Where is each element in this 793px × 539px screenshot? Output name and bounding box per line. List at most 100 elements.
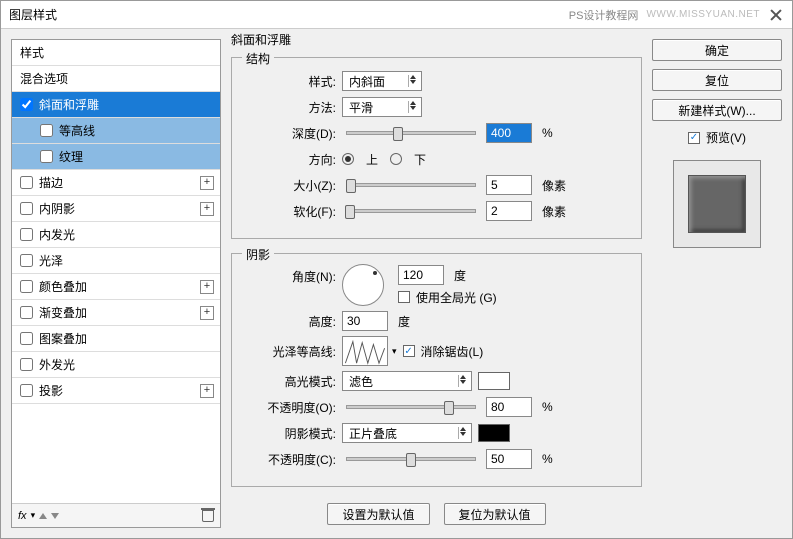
style-checkbox[interactable] — [20, 384, 33, 397]
style-bevel-emboss[interactable]: 斜面和浮雕 — [12, 92, 220, 118]
style-label: 渐变叠加 — [39, 304, 87, 321]
cancel-button[interactable]: 复位 — [652, 69, 782, 91]
contour-dropdown-icon[interactable]: ▾ — [392, 346, 397, 357]
px-unit: 像素 — [542, 203, 566, 220]
direction-up-radio[interactable] — [342, 153, 354, 165]
style-color-overlay[interactable]: 颜色叠加 + — [12, 274, 220, 300]
angle-wheel[interactable] — [342, 264, 384, 306]
style-checkbox[interactable] — [20, 332, 33, 345]
style-satin[interactable]: 光泽 — [12, 248, 220, 274]
shadow-color-swatch[interactable] — [478, 424, 510, 442]
watermark-url: WWW.MISSYUAN.NET — [646, 9, 760, 20]
preview-checkbox[interactable] — [688, 132, 700, 144]
highlight-opacity-input[interactable]: 80 — [486, 397, 532, 417]
style-drop-shadow[interactable]: 投影 + — [12, 378, 220, 404]
shadow-mode-label: 阴影模式: — [246, 425, 336, 442]
style-inner-shadow[interactable]: 内阴影 + — [12, 196, 220, 222]
size-slider[interactable] — [346, 183, 476, 187]
depth-label: 深度(D): — [246, 125, 336, 142]
soften-slider[interactable] — [346, 209, 476, 213]
size-input[interactable]: 5 — [486, 175, 532, 195]
plus-icon[interactable]: + — [200, 306, 214, 320]
style-checkbox[interactable] — [20, 202, 33, 215]
shadow-opacity-input[interactable]: 50 — [486, 449, 532, 469]
style-checkbox[interactable] — [40, 150, 53, 163]
style-label: 描边 — [39, 174, 63, 191]
make-default-button[interactable]: 设置为默认值 — [327, 503, 429, 525]
reset-default-button[interactable]: 复位为默认值 — [444, 503, 546, 525]
depth-input[interactable]: 400 — [486, 123, 532, 143]
highlight-mode-label: 高光模式: — [246, 373, 336, 390]
style-label: 外发光 — [39, 356, 75, 373]
style-checkbox[interactable] — [40, 124, 53, 137]
global-light-checkbox[interactable] — [398, 291, 410, 303]
highlight-opacity-slider[interactable] — [346, 405, 476, 409]
shadow-opacity-slider[interactable] — [346, 457, 476, 461]
style-checkbox[interactable] — [20, 306, 33, 319]
percent-unit: % — [542, 452, 553, 466]
blend-options-row[interactable]: 混合选项 — [12, 66, 220, 92]
style-gradient-overlay[interactable]: 渐变叠加 + — [12, 300, 220, 326]
dir-down-label: 下 — [414, 151, 426, 168]
shading-legend: 阴影 — [242, 246, 274, 263]
preview-swatch — [688, 175, 746, 233]
style-checkbox[interactable] — [20, 280, 33, 293]
style-checkbox[interactable] — [20, 228, 33, 241]
trash-icon[interactable] — [202, 510, 214, 522]
move-up-icon[interactable] — [39, 513, 47, 519]
style-label: 内发光 — [39, 226, 75, 243]
deg-unit: 度 — [398, 313, 410, 330]
angle-input[interactable]: 120 — [398, 265, 444, 285]
style-stroke[interactable]: 描边 + — [12, 170, 220, 196]
style-label: 投影 — [39, 382, 63, 399]
style-pattern-overlay[interactable]: 图案叠加 — [12, 326, 220, 352]
global-light-label: 使用全局光 (G) — [416, 289, 497, 306]
percent-unit: % — [542, 400, 553, 414]
structure-fieldset: 结构 样式: 内斜面 方法: 平滑 深度(D): 400 % — [231, 57, 642, 239]
method-select[interactable]: 平滑 — [342, 97, 422, 117]
soften-input[interactable]: 2 — [486, 201, 532, 221]
right-panel: 确定 复位 新建样式(W)... 预览(V) — [652, 39, 782, 528]
plus-icon[interactable]: + — [200, 280, 214, 294]
style-type-select[interactable]: 内斜面 — [342, 71, 422, 91]
style-checkbox[interactable] — [20, 358, 33, 371]
style-inner-glow[interactable]: 内发光 — [12, 222, 220, 248]
new-style-button[interactable]: 新建样式(W)... — [652, 99, 782, 121]
settings-panel: 斜面和浮雕 结构 样式: 内斜面 方法: 平滑 深度(D): 400 — [231, 39, 642, 528]
depth-slider[interactable] — [346, 131, 476, 135]
style-texture[interactable]: 纹理 — [12, 144, 220, 170]
style-label: 纹理 — [59, 148, 83, 165]
style-checkbox[interactable] — [20, 176, 33, 189]
style-checkbox[interactable] — [20, 98, 33, 111]
shadow-mode-select[interactable]: 正片叠底 — [342, 423, 472, 443]
soften-label: 软化(F): — [246, 203, 336, 220]
plus-icon[interactable]: + — [200, 384, 214, 398]
move-down-icon[interactable] — [51, 513, 59, 519]
ok-button[interactable]: 确定 — [652, 39, 782, 61]
style-checkbox[interactable] — [20, 254, 33, 267]
direction-down-radio[interactable] — [390, 153, 402, 165]
highlight-color-swatch[interactable] — [478, 372, 510, 390]
plus-icon[interactable]: + — [200, 176, 214, 190]
style-label: 斜面和浮雕 — [39, 96, 99, 113]
highlight-mode-select[interactable]: 滤色 — [342, 371, 472, 391]
style-contour[interactable]: 等高线 — [12, 118, 220, 144]
antialias-checkbox[interactable] — [403, 345, 415, 357]
deg-unit: 度 — [454, 267, 466, 284]
style-outer-glow[interactable]: 外发光 — [12, 352, 220, 378]
style-label: 光泽 — [39, 252, 63, 269]
styles-footer: fx ▾ — [12, 503, 220, 527]
layer-style-dialog: 图层样式 PS设计教程网 WWW.MISSYUAN.NET 样式 混合选项 斜面… — [0, 0, 793, 539]
style-type-label: 样式: — [246, 73, 336, 90]
fx-icon[interactable]: fx — [18, 510, 27, 522]
altitude-input[interactable]: 30 — [342, 311, 388, 331]
size-label: 大小(Z): — [246, 177, 336, 194]
plus-icon[interactable]: + — [200, 202, 214, 216]
styles-header[interactable]: 样式 — [12, 40, 220, 66]
close-icon[interactable] — [768, 7, 784, 23]
direction-label: 方向: — [246, 151, 336, 168]
fx-dropdown-icon[interactable]: ▾ — [31, 510, 36, 521]
watermark-text: PS设计教程网 — [569, 7, 639, 23]
preview-box — [673, 160, 761, 248]
gloss-contour-picker[interactable] — [342, 336, 388, 366]
